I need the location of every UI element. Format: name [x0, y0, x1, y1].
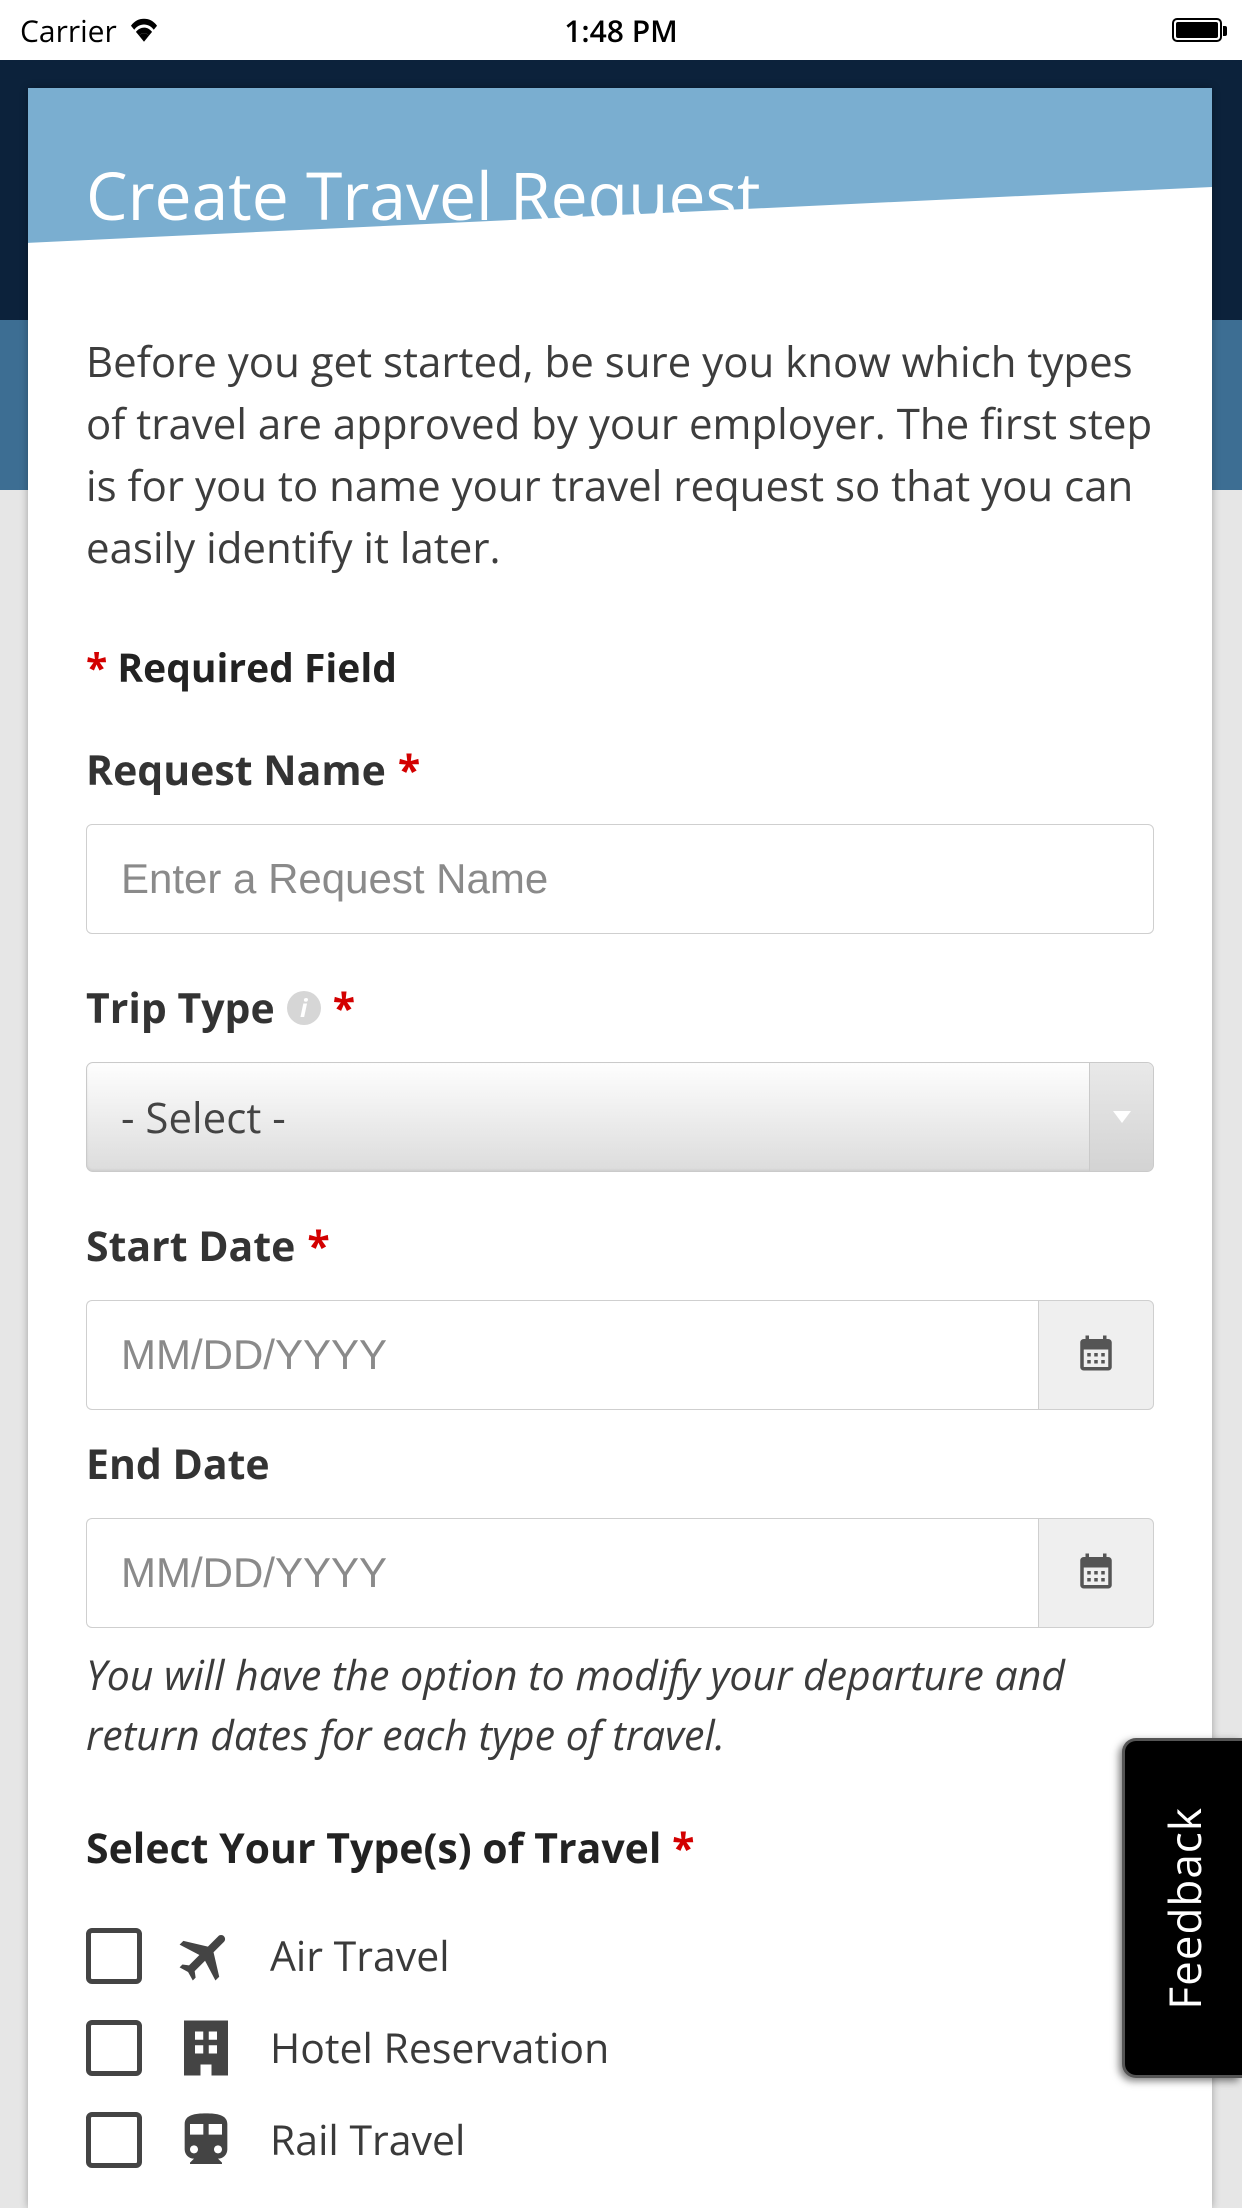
start-date-input[interactable] — [86, 1300, 1038, 1410]
trip-type-label-text: Trip Type — [86, 980, 275, 1036]
field-start-date: Start Date * — [86, 1218, 1154, 1410]
status-bar: Carrier 1:48 PM — [0, 0, 1242, 60]
modal-header: Create Travel Request — [28, 88, 1212, 295]
train-icon — [166, 2104, 246, 2176]
intro-text: Before you get started, be sure you know… — [86, 331, 1154, 580]
required-field-note: * Required Field — [86, 641, 1154, 694]
request-name-label-text: Request Name — [86, 742, 386, 798]
rail-checkbox[interactable] — [86, 2112, 142, 2168]
request-name-label: Request Name * — [86, 742, 1154, 798]
travel-option-rail: Rail Travel — [86, 2104, 1154, 2176]
end-date-picker-button[interactable] — [1038, 1518, 1154, 1628]
start-date-picker-button[interactable] — [1038, 1300, 1154, 1410]
travel-option-air: Air Travel — [86, 1920, 1154, 1992]
end-date-label: End Date — [86, 1436, 1154, 1492]
air-travel-checkbox[interactable] — [86, 1928, 142, 1984]
air-travel-label: Air Travel — [270, 1928, 450, 1984]
trip-type-label: Trip Type i * — [86, 980, 1154, 1036]
travel-option-hotel: Hotel Reservation — [86, 2012, 1154, 2084]
end-date-input[interactable] — [86, 1518, 1038, 1628]
rail-label: Rail Travel — [270, 2112, 465, 2168]
calendar-icon — [1075, 1332, 1117, 1379]
start-date-label: Start Date * — [86, 1218, 1154, 1274]
required-field-note-text: Required Field — [117, 641, 397, 694]
plane-icon — [166, 1920, 246, 1992]
modal-title: Create Travel Request — [28, 88, 1212, 240]
feedback-label: Feedback — [1154, 1807, 1214, 2010]
wifi-icon — [127, 10, 161, 51]
trip-type-selected: - Select - — [121, 1089, 286, 1146]
create-travel-request-modal: Create Travel Request Before you get sta… — [28, 88, 1212, 2208]
calendar-icon — [1075, 1550, 1117, 1597]
hotel-icon — [166, 2012, 246, 2084]
hotel-checkbox[interactable] — [86, 2020, 142, 2076]
carrier-label: Carrier — [20, 10, 117, 51]
end-date-label-text: End Date — [86, 1436, 270, 1492]
clock: 1:48 PM — [564, 10, 678, 51]
field-trip-type: Trip Type i * - Select - — [86, 980, 1154, 1172]
hotel-label: Hotel Reservation — [270, 2020, 609, 2076]
feedback-tab[interactable]: Feedback — [1122, 1738, 1242, 2078]
travel-types-label-text: Select Your Type(s) of Travel — [86, 1820, 661, 1876]
info-icon[interactable]: i — [287, 991, 321, 1025]
travel-types-label: Select Your Type(s) of Travel * — [86, 1820, 1154, 1876]
trip-type-select[interactable]: - Select - — [86, 1062, 1154, 1172]
start-date-label-text: Start Date — [86, 1218, 295, 1274]
date-note: You will have the option to modify your … — [86, 1646, 1154, 1766]
chevron-down-icon — [1089, 1063, 1153, 1171]
field-request-name: Request Name * — [86, 742, 1154, 934]
field-end-date: End Date — [86, 1436, 1154, 1628]
request-name-input[interactable] — [86, 824, 1154, 934]
battery-icon — [1172, 18, 1222, 42]
